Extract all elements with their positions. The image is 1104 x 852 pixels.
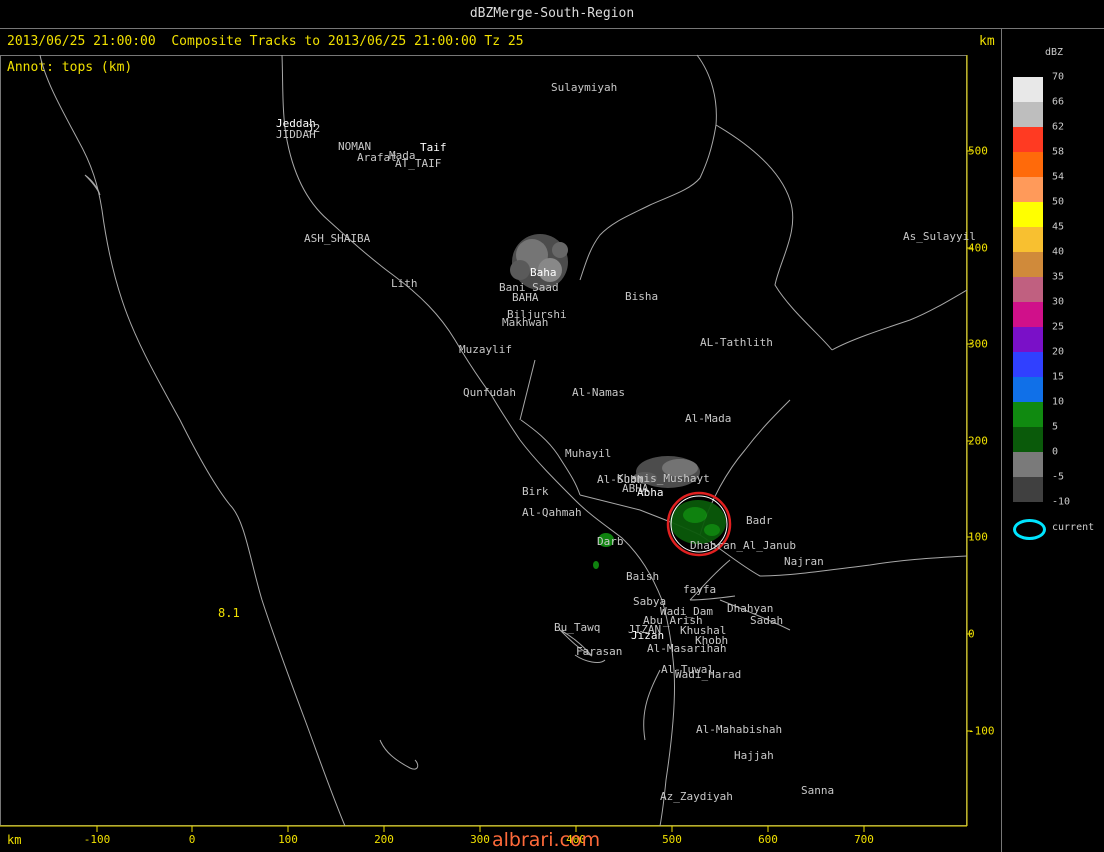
place-label: Taif [420,141,447,154]
x-tick-label: 500 [662,833,682,846]
legend-swatch [1013,477,1043,502]
y-tick-label: 400 [968,241,988,255]
place-label: Al-Mada [685,412,732,425]
x-tick-label: 700 [854,833,874,846]
place-label: Farasan [576,645,623,658]
y-tick-label: 300 [968,337,988,351]
legend-level-label: 5 [1052,421,1059,433]
place-label: BAHA [512,291,539,304]
legend-swatch [1013,202,1043,227]
place-label: Hajjah [734,749,774,762]
legend-swatch [1013,152,1043,177]
legend-level-label: -5 [1052,471,1065,483]
current-ring-icon [1013,519,1046,540]
legend-swatch [1013,402,1043,427]
legend-swatch [1013,102,1043,127]
place-label: Baha [530,266,557,279]
legend-swatch [1013,327,1043,352]
place-label: Al-Qahmah [522,506,582,519]
legend-swatch [1013,302,1043,327]
legend-level-label: 50 [1052,196,1065,208]
place-label: Al-Mahabishah [696,723,783,736]
current-label: current [1052,522,1095,533]
legend-level-label: 0 [1052,446,1059,458]
place-label: AL-Tathlith [700,336,773,349]
place-label: Mada [389,149,416,162]
place-label: Muzaylif [459,343,512,356]
x-tick-label: 0 [188,833,196,846]
legend-level-label: 66 [1052,96,1065,108]
place-label: NOMAN [338,140,372,153]
place-label: Al-Masarihah [647,642,727,655]
place-label: Dhahran_Al_Janub [690,539,796,552]
legend-level-label: 15 [1052,371,1065,383]
place-label: Muhayil [565,447,612,460]
legend-title: dBZ [1045,47,1064,58]
place-label: Az_Zaydiyah [660,790,733,803]
legend-swatch [1013,252,1043,277]
y-tick-label: 0 [968,627,975,641]
x-tick-label: 200 [374,833,394,846]
place-label: Bu_Tawq [554,621,601,634]
window-title: dBZMerge-South-Region [0,0,1104,29]
place-label: Darb [597,535,624,548]
legend-level-label: 58 [1052,146,1065,158]
x-tick-label: -100 [83,833,111,846]
place-label: Baish [626,570,660,583]
place-label: Makhwah [502,316,549,329]
legend-level-label: 40 [1052,246,1065,258]
legend-swatch [1013,452,1043,477]
place-label: Sanna [801,784,835,797]
place-label: Lith [391,277,418,290]
place-label: Jizan [631,629,665,642]
place-label: Sadah [750,614,784,627]
place-label: Bisha [625,290,659,303]
place-label: Najran [784,555,824,568]
place-label: As_Sulayyil [903,230,976,243]
legend-level-label: 45 [1052,221,1065,233]
legend-level-label: 54 [1052,171,1065,183]
legend-level-label: 10 [1052,396,1065,408]
place-label: ASH_SHAIBA [304,232,371,245]
legend-swatch [1013,127,1043,152]
place-label: Sulaymiyah [551,81,618,94]
legend-swatch [1013,277,1043,302]
y-tick-label: 500 [968,144,988,158]
place-label: Al-Namas [572,386,625,399]
place-label: Birk [522,485,549,498]
legend-level-label: 35 [1052,271,1065,283]
legend-swatch [1013,227,1043,252]
legend-level-label: 70 [1052,71,1065,83]
coastlines [39,54,968,827]
legend-level-label: -10 [1052,496,1071,508]
legend-swatch [1013,427,1043,452]
legend-level-label: 25 [1052,321,1065,333]
x-tick-label: 100 [278,833,298,846]
place-label: J2 [307,122,321,135]
legend-swatch [1013,177,1043,202]
legend-swatch [1013,377,1043,402]
legend-swatch [1013,77,1043,102]
legend-level-label: 20 [1052,346,1065,358]
place-label: Abha [637,486,664,499]
echo-top-value: 8.1 [218,606,240,620]
x-tick-label: 300 [470,833,490,846]
place-label: fayfa [683,583,717,596]
radar-map-canvas[interactable] [0,28,1001,852]
y-tick-label: 100 [968,530,988,544]
place-label: Wadi_Harad [675,668,742,681]
map-frame [0,55,967,826]
legend-level-label: 62 [1052,121,1065,133]
x-tick-label: 600 [758,833,778,846]
place-label: Qunfudah [463,386,516,399]
y-tick-label: 200 [968,434,988,448]
watermark: albrari.com [492,829,601,851]
legend-level-label: 30 [1052,296,1065,308]
y-tick-label: -100 [968,724,995,738]
legend-swatch [1013,352,1043,377]
legend-divider [1001,28,1002,852]
x-axis-ticks [96,826,865,832]
place-label: Badr [746,514,773,527]
